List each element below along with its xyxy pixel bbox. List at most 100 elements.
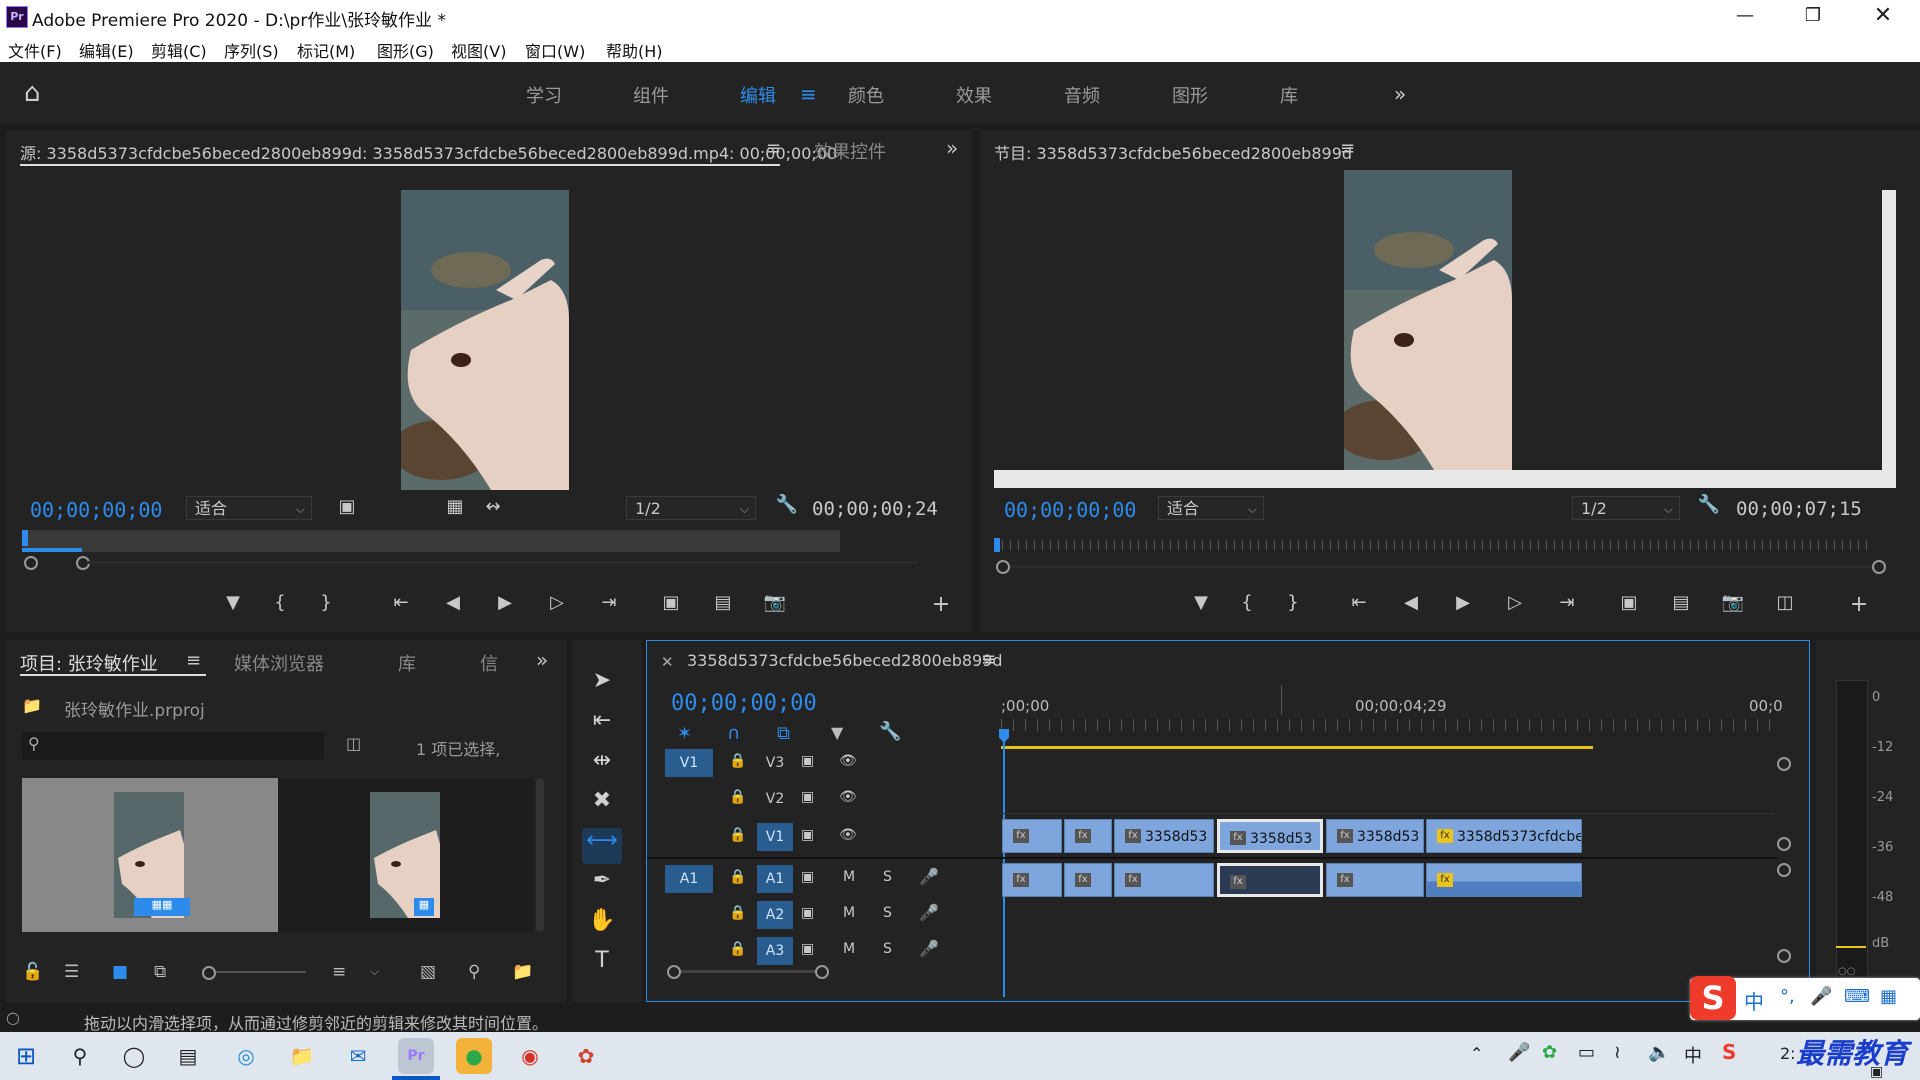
- mute-button[interactable]: M: [843, 905, 855, 921]
- thumbnail-size-slider[interactable]: [202, 966, 312, 980]
- linked-selection-icon[interactable]: ⧉: [777, 723, 790, 744]
- solo-button[interactable]: S: [883, 869, 892, 885]
- track-target-a1[interactable]: A1: [757, 865, 793, 893]
- source-zoom-bar[interactable]: [24, 556, 944, 570]
- add-marker-icon[interactable]: ▼: [218, 592, 248, 613]
- workspace-graphics[interactable]: 图形: [1172, 82, 1208, 108]
- tray-app-icon[interactable]: ✿: [1542, 1042, 1557, 1063]
- workspace-overflow-icon[interactable]: »: [1394, 82, 1406, 106]
- task-view-icon[interactable]: ▤: [170, 1038, 206, 1074]
- ime-voice-mic-icon[interactable]: 🎤: [1810, 986, 1832, 1007]
- source-playhead-timecode[interactable]: 00;00;00;00: [30, 498, 162, 522]
- sync-lock-icon[interactable]: ▣: [801, 827, 814, 843]
- button-editor-plus-icon[interactable]: +: [1844, 592, 1874, 617]
- overwrite-icon[interactable]: ▤: [708, 592, 738, 613]
- timeline-settings-wrench-icon[interactable]: 🔧: [879, 721, 901, 742]
- source-fit-dropdown[interactable]: 适合 ⌵: [186, 496, 312, 520]
- ime-lang-toggle[interactable]: 中: [1744, 986, 1764, 1015]
- track-lock-icon[interactable]: 🔒: [729, 905, 746, 921]
- project-overflow-icon[interactable]: »: [536, 648, 548, 672]
- step-back-icon[interactable]: ◀: [1396, 592, 1426, 613]
- track-lock-icon[interactable]: 🔒: [729, 789, 746, 805]
- zoom-handle-right[interactable]: [1872, 560, 1886, 574]
- project-tab[interactable]: 项目: 张玲敏作业: [20, 650, 158, 676]
- minimize-icon[interactable]: —: [1710, 0, 1780, 32]
- menu-markers[interactable]: 标记(M): [297, 38, 355, 62]
- audio-zoom-handle-top[interactable]: [1777, 863, 1791, 877]
- track-target-a3[interactable]: A3: [757, 937, 793, 965]
- source-playhead[interactable]: [22, 530, 28, 546]
- toggle-output-eye-icon[interactable]: 👁: [839, 753, 857, 769]
- input-language[interactable]: 中: [1684, 1042, 1702, 1068]
- mark-in-icon[interactable]: {: [265, 592, 295, 613]
- voice-over-mic-icon[interactable]: 🎤: [919, 867, 939, 886]
- source-patch-a1[interactable]: A1: [665, 865, 713, 893]
- audio-zoom-handle-bottom[interactable]: [1777, 949, 1791, 963]
- solo-button[interactable]: S: [883, 905, 892, 921]
- workspace-libraries[interactable]: 库: [1280, 82, 1298, 108]
- timeline-clip[interactable]: fx 3358d53: [1114, 819, 1214, 853]
- source-tab[interactable]: 源: 3358d5373cfdcbe56beced2800eb899d: 335…: [20, 140, 837, 164]
- cortana-icon[interactable]: ◯: [116, 1038, 152, 1074]
- project-scrollbar[interactable]: [536, 778, 544, 932]
- program-fit-dropdown[interactable]: 适合 ⌵: [1158, 496, 1264, 520]
- media-browser-tab[interactable]: 媒体浏览器: [234, 650, 324, 676]
- go-to-in-icon[interactable]: ⇤: [386, 592, 416, 613]
- go-to-out-icon[interactable]: ⇥: [594, 592, 624, 613]
- edge-browser-icon[interactable]: ◎: [228, 1038, 264, 1074]
- source-patch-v1[interactable]: V1: [665, 749, 713, 777]
- program-ruler[interactable]: [994, 540, 1874, 550]
- info-tab[interactable]: 信: [480, 650, 498, 676]
- project-item-selected[interactable]: ▦▦: [22, 778, 278, 932]
- slider-handle[interactable]: [202, 966, 216, 980]
- track-select-tool-icon[interactable]: ⇤: [582, 708, 622, 744]
- premiere-taskbar-icon[interactable]: Pr: [398, 1038, 434, 1074]
- mark-out-icon[interactable]: }: [311, 592, 341, 613]
- restore-icon[interactable]: ❐: [1778, 0, 1848, 32]
- close-sequence-icon[interactable]: ✕: [661, 653, 674, 671]
- mark-out-icon[interactable]: }: [1278, 592, 1308, 613]
- workspace-assembly[interactable]: 组件: [633, 82, 669, 108]
- ime-toolbox-icon[interactable]: ▦: [1880, 986, 1897, 1007]
- lock-icon[interactable]: 🔓: [22, 962, 43, 982]
- menu-file[interactable]: 文件(F): [8, 38, 62, 62]
- mail-icon[interactable]: ✉: [340, 1038, 376, 1074]
- program-tab-menu-icon[interactable]: ≡: [1340, 138, 1355, 159]
- new-search-bin-icon[interactable]: ◫: [346, 734, 361, 753]
- workspace-editing[interactable]: 编辑: [740, 82, 776, 108]
- sync-lock-icon[interactable]: ▣: [801, 869, 814, 885]
- video-zoom-handle-bottom[interactable]: [1777, 837, 1791, 851]
- comparison-view-icon[interactable]: ◫: [1770, 592, 1800, 613]
- wifi-icon[interactable]: ≀: [1614, 1042, 1621, 1063]
- timeline-clip-selected[interactable]: fx 3358d53: [1217, 819, 1323, 853]
- pen-tool-icon[interactable]: ✒: [582, 868, 622, 904]
- voice-over-mic-icon[interactable]: 🎤: [919, 903, 939, 922]
- project-tab-menu-icon[interactable]: ≡: [186, 650, 201, 671]
- zoom-handle-left[interactable]: [24, 556, 38, 570]
- toggle-output-eye-icon[interactable]: 👁: [839, 827, 857, 843]
- video-zoom-handle-top[interactable]: [1777, 757, 1791, 771]
- mark-in-icon[interactable]: {: [1232, 592, 1262, 613]
- source-scrubber[interactable]: [22, 530, 840, 552]
- effect-controls-tab[interactable]: 效果控件: [814, 138, 886, 164]
- program-zoom-bar[interactable]: [996, 560, 1886, 574]
- tray-mic-icon[interactable]: 🎤: [1508, 1042, 1530, 1063]
- sogou-ime-logo[interactable]: S: [1690, 976, 1736, 1020]
- type-tool-icon[interactable]: T: [582, 948, 622, 984]
- zoom-handle-left[interactable]: [996, 560, 1010, 574]
- audio-clip[interactable]: fx: [1002, 863, 1062, 897]
- audio-clip-selected[interactable]: fx: [1217, 863, 1323, 897]
- track-lock-icon[interactable]: 🔒: [729, 869, 746, 885]
- timeline-zoom-track[interactable]: [681, 970, 815, 973]
- sync-lock-icon[interactable]: ▣: [801, 789, 814, 805]
- solo-meter-icons[interactable]: ○○: [1838, 966, 1855, 977]
- source-resolution-dropdown[interactable]: 1/2 ⌵: [626, 496, 756, 520]
- button-editor-plus-icon[interactable]: +: [926, 592, 956, 617]
- step-forward-icon[interactable]: ▷: [542, 592, 572, 613]
- audio-clip[interactable]: fx: [1426, 863, 1582, 897]
- workspace-menu-icon[interactable]: ≡: [800, 82, 817, 106]
- menu-view[interactable]: 视图(V): [451, 38, 506, 62]
- track-lock-icon[interactable]: 🔒: [729, 753, 746, 769]
- go-to-in-icon[interactable]: ⇤: [1344, 592, 1374, 613]
- sogou-tray-icon[interactable]: S: [1722, 1040, 1736, 1064]
